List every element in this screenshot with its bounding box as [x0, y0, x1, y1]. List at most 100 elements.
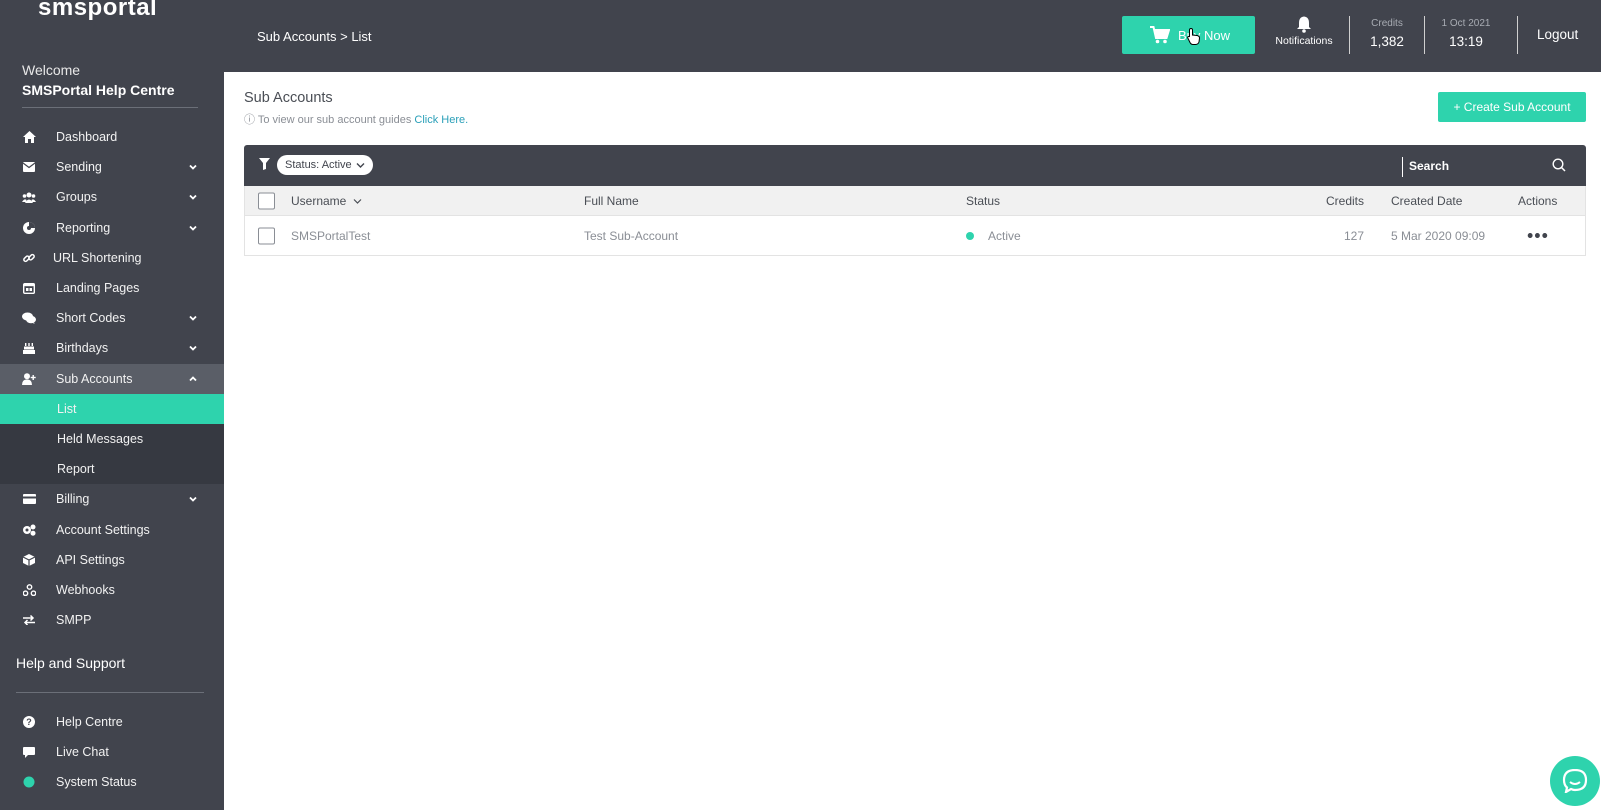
sidebar-item-groups[interactable]: Groups	[0, 182, 224, 212]
sidebar-item-label: URL Shortening	[53, 250, 142, 265]
chat-bubble-icon	[1562, 769, 1588, 793]
sidebar-item-smpp[interactable]: SMPP	[0, 605, 224, 635]
envelope-icon	[22, 160, 36, 174]
sidebar-item-help-centre[interactable]: ? Help Centre	[0, 707, 224, 737]
sidebar-subitem-report[interactable]: Report	[0, 454, 224, 484]
create-sub-account-button[interactable]: + Create Sub Account	[1438, 92, 1586, 122]
sidebar-item-label: Sending	[56, 160, 102, 175]
guide-label: To view our sub account guides	[257, 114, 412, 126]
sidebar-subitem-list[interactable]: List	[0, 393, 224, 424]
guide-link[interactable]: Click Here.	[414, 114, 468, 126]
sidebar-item-dashboard[interactable]: Dashboard	[0, 122, 224, 152]
mouse-cursor-icon	[1187, 28, 1200, 45]
divider	[16, 692, 204, 693]
sidebar-subitem-held-messages[interactable]: Held Messages	[0, 424, 224, 454]
divider	[22, 107, 198, 108]
sub-accounts-table: Username Full Name Status Credits Create…	[244, 186, 1586, 256]
svg-text:?: ?	[26, 717, 32, 727]
help-section-title: Help and Support	[16, 655, 125, 671]
table-row[interactable]: SMSPortalTest Test Sub-Account Active 12…	[245, 216, 1585, 255]
datetime-display: 1 Oct 2021 13:19	[1432, 18, 1500, 49]
chevron-up-icon	[189, 375, 197, 381]
cart-icon	[1150, 26, 1170, 44]
sidebar-item-system-status[interactable]: System Status	[0, 767, 224, 797]
table-header: Username Full Name Status Credits Create…	[245, 186, 1585, 216]
sidebar-item-label: SMPP	[56, 613, 92, 628]
sidebar-item-label: Landing Pages	[56, 281, 140, 296]
credits-value: 1,382	[1370, 34, 1404, 49]
buy-now-label: Buy Now	[1178, 28, 1231, 43]
help-nav: ? Help Centre Live Chat System Status	[0, 707, 224, 798]
sidebar-item-label: Help Centre	[56, 715, 123, 730]
column-full-name: Full Name	[584, 193, 639, 208]
sidebar-item-sub-accounts[interactable]: Sub Accounts	[0, 363, 224, 394]
column-username[interactable]: Username	[291, 194, 362, 208]
sidebar-item-label: Groups	[56, 190, 97, 205]
row-username: SMSPortalTest	[291, 228, 371, 243]
bell-icon	[1297, 16, 1311, 33]
divider	[1349, 16, 1350, 54]
notifications-button[interactable]: Notifications	[1273, 16, 1335, 47]
credits-label: Credits	[1371, 18, 1403, 29]
row-full-name: Test Sub-Account	[584, 228, 679, 243]
sidebar-item-label: API Settings	[56, 552, 125, 567]
home-icon	[22, 130, 36, 144]
sidebar-item-landing-pages[interactable]: Landing Pages	[0, 273, 224, 303]
sidebar-item-label: Short Codes	[56, 311, 126, 326]
logout-button[interactable]: Logout	[1537, 27, 1578, 42]
question-icon: ?	[22, 715, 36, 729]
sidebar-item-label: Birthdays	[56, 341, 109, 356]
chevron-down-icon	[189, 165, 197, 171]
sidebar-item-short-codes[interactable]: Short Codes	[0, 303, 224, 333]
chevron-down-icon	[189, 195, 197, 201]
sidebar-item-billing[interactable]: Billing	[0, 484, 224, 514]
logo[interactable]: smsportal	[38, 0, 157, 22]
status-filter-chip[interactable]: Status: Active	[277, 155, 373, 175]
filter-bar: Status: Active	[244, 145, 1586, 186]
divider	[1517, 16, 1518, 54]
top-bar: Sub Accounts > List Buy Now Notification…	[224, 0, 1601, 72]
search-icon[interactable]	[1552, 158, 1566, 172]
sidebar-item-label: Billing	[56, 492, 90, 507]
row-checkbox[interactable]	[258, 227, 275, 244]
row-created-date: 5 Mar 2020 09:09	[1391, 228, 1486, 243]
sidebar-item-label: List	[57, 401, 77, 416]
chevron-down-icon	[356, 162, 365, 168]
divider	[1424, 16, 1425, 54]
status-filter-label: Status: Active	[285, 159, 352, 171]
sidebar-item-account-settings[interactable]: Account Settings	[0, 514, 224, 544]
sidebar-item-sending[interactable]: Sending	[0, 152, 224, 182]
select-all-checkbox[interactable]	[258, 192, 275, 209]
sidebar-item-label: Dashboard	[56, 130, 118, 145]
notifications-label: Notifications	[1275, 35, 1333, 47]
page-title: Sub Accounts	[244, 90, 333, 106]
sidebar-item-label: Held Messages	[57, 431, 144, 446]
row-actions-menu[interactable]: •••	[1527, 225, 1549, 246]
chart-icon	[22, 221, 36, 235]
sidebar-item-reporting[interactable]: Reporting	[0, 213, 224, 243]
info-icon: ⓘ	[244, 114, 255, 126]
cube-icon	[22, 553, 36, 567]
sub-accounts-submenu: List Held Messages Report	[0, 393, 224, 485]
breadcrumb: Sub Accounts > List	[257, 29, 372, 44]
link-icon	[22, 251, 36, 265]
column-username-label: Username	[291, 193, 347, 208]
chat-icon	[22, 745, 36, 759]
exchange-icon	[22, 613, 36, 627]
user-name: SMSPortal Help Centre	[22, 82, 175, 98]
sidebar-item-birthdays[interactable]: Birthdays	[0, 333, 224, 363]
divider	[1402, 157, 1403, 177]
sidebar-item-api-settings[interactable]: API Settings	[0, 545, 224, 575]
row-status-label: Active	[988, 228, 1021, 243]
card-icon	[22, 492, 36, 506]
chevron-down-icon	[189, 225, 197, 231]
live-chat-button[interactable]	[1550, 756, 1600, 806]
row-credits: 127	[1343, 228, 1364, 243]
chevron-down-icon	[189, 316, 197, 321]
sidebar-item-url-shortening[interactable]: URL Shortening	[0, 243, 224, 273]
sidebar-item-live-chat[interactable]: Live Chat	[0, 737, 224, 767]
filter-icon[interactable]	[259, 158, 270, 170]
search-input[interactable]	[1409, 155, 1559, 177]
sidebar-item-label: Webhooks	[56, 582, 115, 597]
sidebar-item-webhooks[interactable]: Webhooks	[0, 575, 224, 605]
